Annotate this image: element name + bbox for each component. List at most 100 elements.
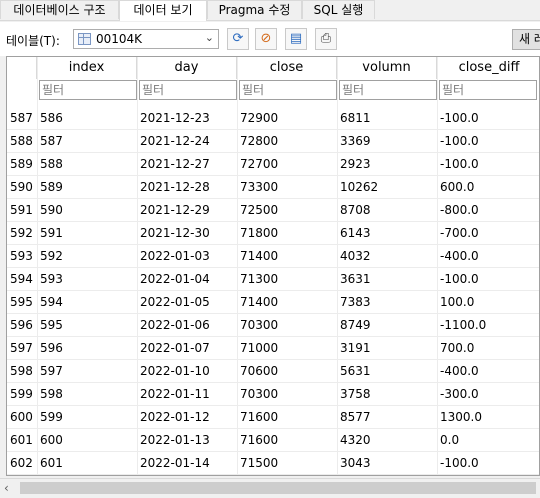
- cell-close-diff[interactable]: -700.0: [437, 226, 479, 240]
- cell-volumn[interactable]: 2923: [337, 157, 371, 171]
- cell-close[interactable]: 71600: [237, 410, 278, 424]
- cell-index[interactable]: 594: [37, 295, 63, 309]
- cell-close[interactable]: 71400: [237, 295, 278, 309]
- cell-day[interactable]: 2022-01-04: [137, 272, 210, 286]
- cell-index[interactable]: 600: [37, 433, 63, 447]
- cell-volumn[interactable]: 6811: [337, 111, 371, 125]
- cell-day[interactable]: 2022-01-13: [137, 433, 210, 447]
- new-record-button[interactable]: 새 레: [512, 29, 540, 50]
- cell-day[interactable]: 2021-12-24: [137, 134, 210, 148]
- column-header-index[interactable]: index: [37, 57, 137, 79]
- row-number[interactable]: 593: [7, 249, 40, 263]
- cell-close[interactable]: 72900: [237, 111, 278, 125]
- cell-day[interactable]: 2022-01-10: [137, 364, 210, 378]
- row-number[interactable]: 591: [7, 203, 40, 217]
- filter-input-close[interactable]: 필터: [239, 80, 337, 100]
- cell-day[interactable]: 2022-01-06: [137, 318, 210, 332]
- cell-index[interactable]: 589: [37, 180, 63, 194]
- cell-close-diff[interactable]: -800.0: [437, 203, 479, 217]
- cell-close[interactable]: 71000: [237, 341, 278, 355]
- column-header-close-diff[interactable]: close_diff: [437, 57, 539, 79]
- cell-close-diff[interactable]: -300.0: [437, 387, 479, 401]
- cell-close[interactable]: 71400: [237, 249, 278, 263]
- cell-close-diff[interactable]: -100.0: [437, 134, 479, 148]
- row-number[interactable]: 596: [7, 318, 40, 332]
- column-header-volumn[interactable]: volumn: [337, 57, 437, 79]
- clear-filters-button[interactable]: ⊘: [255, 28, 277, 50]
- column-header-close[interactable]: close: [237, 57, 337, 79]
- cell-volumn[interactable]: 10262: [337, 180, 378, 194]
- row-number[interactable]: 597: [7, 341, 40, 355]
- cell-day[interactable]: 2022-01-05: [137, 295, 210, 309]
- filter-input-day[interactable]: 필터: [139, 80, 237, 100]
- cell-close-diff[interactable]: -100.0: [437, 157, 479, 171]
- filter-input-volumn[interactable]: 필터: [339, 80, 437, 100]
- tab-browse-data[interactable]: 데이터 보기: [119, 0, 207, 21]
- cell-index[interactable]: 588: [37, 157, 63, 171]
- cell-index[interactable]: 595: [37, 318, 63, 332]
- cell-volumn[interactable]: 5631: [337, 364, 371, 378]
- cell-index[interactable]: 587: [37, 134, 63, 148]
- tab-edit-pragmas[interactable]: Pragma 수정: [207, 0, 302, 19]
- row-number[interactable]: 600: [7, 410, 40, 424]
- save-table-button[interactable]: ▤: [285, 28, 307, 50]
- cell-volumn[interactable]: 3043: [337, 456, 371, 470]
- cell-day[interactable]: 2022-01-14: [137, 456, 210, 470]
- cell-day[interactable]: 2021-12-28: [137, 180, 210, 194]
- row-number[interactable]: 601: [7, 433, 40, 447]
- cell-index[interactable]: 591: [37, 226, 63, 240]
- cell-close[interactable]: 70300: [237, 387, 278, 401]
- cell-close[interactable]: 71600: [237, 433, 278, 447]
- cell-index[interactable]: 592: [37, 249, 63, 263]
- row-number[interactable]: 589: [7, 157, 40, 171]
- print-button[interactable]: ⎙: [315, 28, 337, 50]
- tab-database-structure[interactable]: 데이터베이스 구조: [0, 0, 119, 19]
- cell-day[interactable]: 2021-12-23: [137, 111, 210, 125]
- cell-close-diff[interactable]: -100.0: [437, 111, 479, 125]
- cell-day[interactable]: 2022-01-03: [137, 249, 210, 263]
- cell-volumn[interactable]: 3631: [337, 272, 371, 286]
- filter-input-close-diff[interactable]: 필터: [439, 80, 537, 100]
- cell-close[interactable]: 71500: [237, 456, 278, 470]
- cell-close-diff[interactable]: -100.0: [437, 272, 479, 286]
- row-number[interactable]: 590: [7, 180, 40, 194]
- cell-close-diff[interactable]: 600.0: [437, 180, 474, 194]
- cell-volumn[interactable]: 4320: [337, 433, 371, 447]
- cell-close-diff[interactable]: -400.0: [437, 364, 479, 378]
- cell-day[interactable]: 2021-12-30: [137, 226, 210, 240]
- cell-volumn[interactable]: 3758: [337, 387, 371, 401]
- cell-volumn[interactable]: 7383: [337, 295, 371, 309]
- refresh-button[interactable]: ⟳: [227, 28, 249, 50]
- cell-close[interactable]: 72500: [237, 203, 278, 217]
- cell-volumn[interactable]: 3369: [337, 134, 371, 148]
- scroll-left-icon[interactable]: ‹: [4, 481, 9, 495]
- filter-input-index[interactable]: 필터: [39, 80, 137, 100]
- cell-index[interactable]: 586: [37, 111, 63, 125]
- cell-close[interactable]: 70600: [237, 364, 278, 378]
- cell-index[interactable]: 596: [37, 341, 63, 355]
- row-number[interactable]: 587: [7, 111, 40, 125]
- table-select[interactable]: 00104K ⌄: [73, 29, 219, 49]
- cell-index[interactable]: 593: [37, 272, 63, 286]
- cell-close[interactable]: 73300: [237, 180, 278, 194]
- tab-execute-sql[interactable]: SQL 실행: [302, 0, 375, 19]
- cell-day[interactable]: 2021-12-29: [137, 203, 210, 217]
- cell-day[interactable]: 2022-01-12: [137, 410, 210, 424]
- cell-volumn[interactable]: 3191: [337, 341, 371, 355]
- cell-close-diff[interactable]: 700.0: [437, 341, 474, 355]
- cell-close[interactable]: 71300: [237, 272, 278, 286]
- cell-day[interactable]: 2022-01-07: [137, 341, 210, 355]
- horizontal-scrollbar[interactable]: ‹: [0, 478, 540, 497]
- cell-volumn[interactable]: 8749: [337, 318, 371, 332]
- row-number[interactable]: 595: [7, 295, 40, 309]
- column-header-day[interactable]: day: [137, 57, 237, 79]
- row-number[interactable]: 598: [7, 364, 40, 378]
- cell-index[interactable]: 601: [37, 456, 63, 470]
- cell-volumn[interactable]: 8577: [337, 410, 371, 424]
- cell-day[interactable]: 2021-12-27: [137, 157, 210, 171]
- cell-close[interactable]: 72700: [237, 157, 278, 171]
- cell-volumn[interactable]: 6143: [337, 226, 371, 240]
- cell-close-diff[interactable]: 100.0: [437, 295, 474, 309]
- cell-index[interactable]: 599: [37, 410, 63, 424]
- cell-close[interactable]: 72800: [237, 134, 278, 148]
